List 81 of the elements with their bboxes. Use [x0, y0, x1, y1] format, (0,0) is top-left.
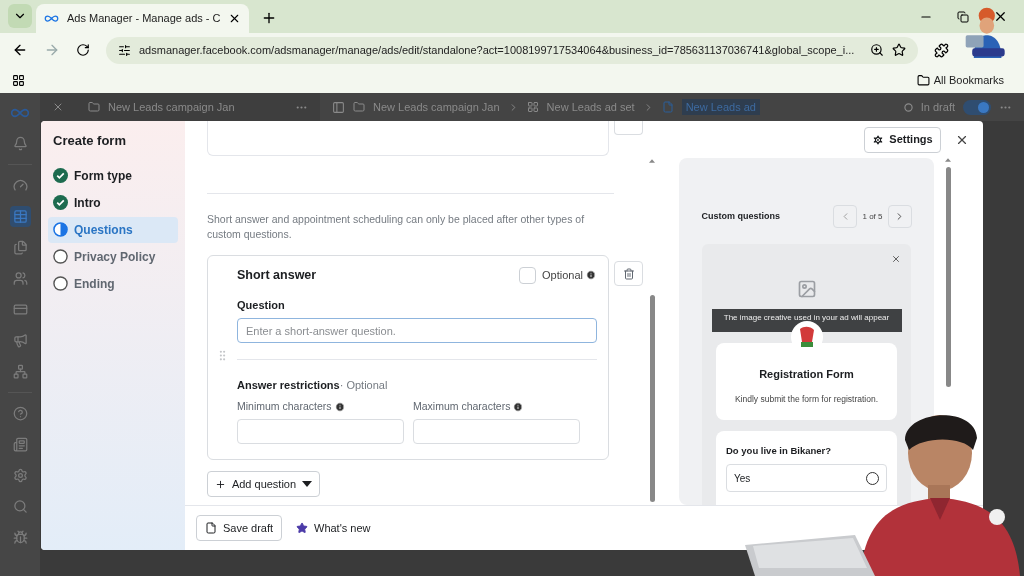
settings-icon: [872, 133, 885, 146]
forward-icon[interactable]: [44, 42, 60, 58]
whats-new-link[interactable]: What's new: [296, 519, 371, 537]
tab-title: Ads Manager - Manage ads - C: [67, 11, 221, 27]
trash-icon: [622, 267, 635, 280]
pages-icon[interactable]: [12, 240, 28, 255]
field-label: Maximum characters: [413, 398, 511, 414]
star-icon: [296, 522, 308, 534]
grid-icon: [526, 101, 539, 113]
question-type-title: Short answer: [237, 267, 318, 284]
number-input[interactable]: [413, 418, 580, 444]
plus-icon: [214, 478, 226, 490]
optional-label: Optional: [542, 268, 583, 284]
field-label: Question: [237, 297, 286, 313]
bug-icon[interactable]: [12, 530, 28, 545]
extensions-icon[interactable]: [934, 42, 949, 58]
status-text: In draft: [920, 99, 955, 115]
optional-checkbox[interactable]: [519, 266, 536, 284]
scroll-up-icon[interactable]: [649, 159, 655, 163]
delete-button[interactable]: [614, 261, 643, 286]
answer-option[interactable]: Yes: [726, 464, 887, 493]
info-icon[interactable]: [586, 270, 596, 281]
news-icon[interactable]: [12, 437, 28, 452]
info-icon[interactable]: [334, 401, 345, 412]
step-item[interactable]: Ending: [48, 270, 178, 297]
url-text: adsmanager.facebook.com/adsmanager/manage/ads/edit/standalone?act=1008199717534064&business_id=785631137036741&global_scope_i...: [139, 42, 856, 58]
card-icon[interactable]: [12, 302, 28, 317]
save-draft-button[interactable]: Save draft: [196, 515, 282, 541]
apps-icon[interactable]: [12, 73, 25, 87]
step-item[interactable]: Questions: [48, 216, 178, 243]
page-indicator: 1 of 5: [862, 210, 883, 223]
browser-tab[interactable]: Ads Manager - Manage ads - C: [36, 4, 250, 33]
image-icon: [796, 279, 817, 299]
site-info-icon[interactable]: [118, 43, 131, 57]
step-item[interactable]: Intro: [48, 189, 178, 216]
profile-avatar[interactable]: [964, 6, 1008, 58]
restrictions-heading: Answer restrictions· Optional: [237, 378, 389, 394]
bookmark-star-icon[interactable]: [892, 43, 906, 57]
dialog-title: Create form: [52, 132, 127, 150]
people-icon[interactable]: [12, 271, 28, 286]
info-icon[interactable]: [513, 401, 524, 412]
reload-icon[interactable]: [76, 43, 90, 57]
document-icon: [204, 522, 217, 534]
close-icon[interactable]: [993, 9, 1008, 24]
image-notice: The image creative used in your ad will appear: [711, 309, 902, 332]
step-item[interactable]: Privacy Policy: [48, 243, 178, 270]
restore-icon[interactable]: [957, 10, 969, 23]
form-description: Kindly submit the form for registration.: [734, 392, 879, 406]
folder-icon: [353, 101, 365, 113]
panel-icon[interactable]: [332, 100, 345, 114]
settings-icon[interactable]: [12, 468, 28, 483]
help-icon[interactable]: [12, 406, 28, 421]
question-text: Do you live in Bikaner?: [726, 444, 833, 458]
step-item[interactable]: Form type: [48, 162, 178, 189]
megaphone-icon[interactable]: [12, 333, 28, 348]
field-label: Minimum characters: [237, 398, 332, 414]
folder-icon: [88, 101, 100, 113]
question-input[interactable]: Enter a short-answer question.: [237, 318, 597, 344]
ad-icon: [661, 101, 674, 113]
form-title: Registration Form: [759, 367, 854, 382]
tab-search-button[interactable]: [8, 4, 32, 28]
helper-text: Short answer and appointment scheduling can only be placed after other types of custom questions.: [207, 212, 586, 242]
back-icon[interactable]: [12, 42, 28, 58]
caret-icon: [302, 481, 313, 487]
settings-button[interactable]: Settings: [864, 126, 941, 153]
folder-icon: [916, 73, 930, 87]
radio-button[interactable]: [866, 471, 879, 485]
scroll-up-icon[interactable]: [945, 158, 951, 162]
draft-circle-icon: [903, 102, 913, 112]
add-question-button[interactable]: Add question: [207, 471, 320, 497]
zoom-icon[interactable]: [870, 43, 884, 57]
bell-icon[interactable]: [12, 136, 28, 151]
number-input[interactable]: [237, 418, 404, 444]
bookmarks-link[interactable]: All Bookmarks: [933, 71, 1004, 89]
table-icon[interactable]: [12, 209, 28, 224]
address-field[interactable]: adsmanager.facebook.com/adsmanager/manage/ads/edit/standalone?act=1008199717534064&business_id=785631137036741&global_scope_i...: [106, 36, 918, 64]
preview-title: Custom questions: [701, 209, 781, 223]
gauge-icon[interactable]: [12, 178, 28, 193]
toggle-switch[interactable]: [963, 99, 991, 115]
search-icon[interactable]: [12, 499, 28, 514]
network-icon[interactable]: [12, 364, 28, 379]
